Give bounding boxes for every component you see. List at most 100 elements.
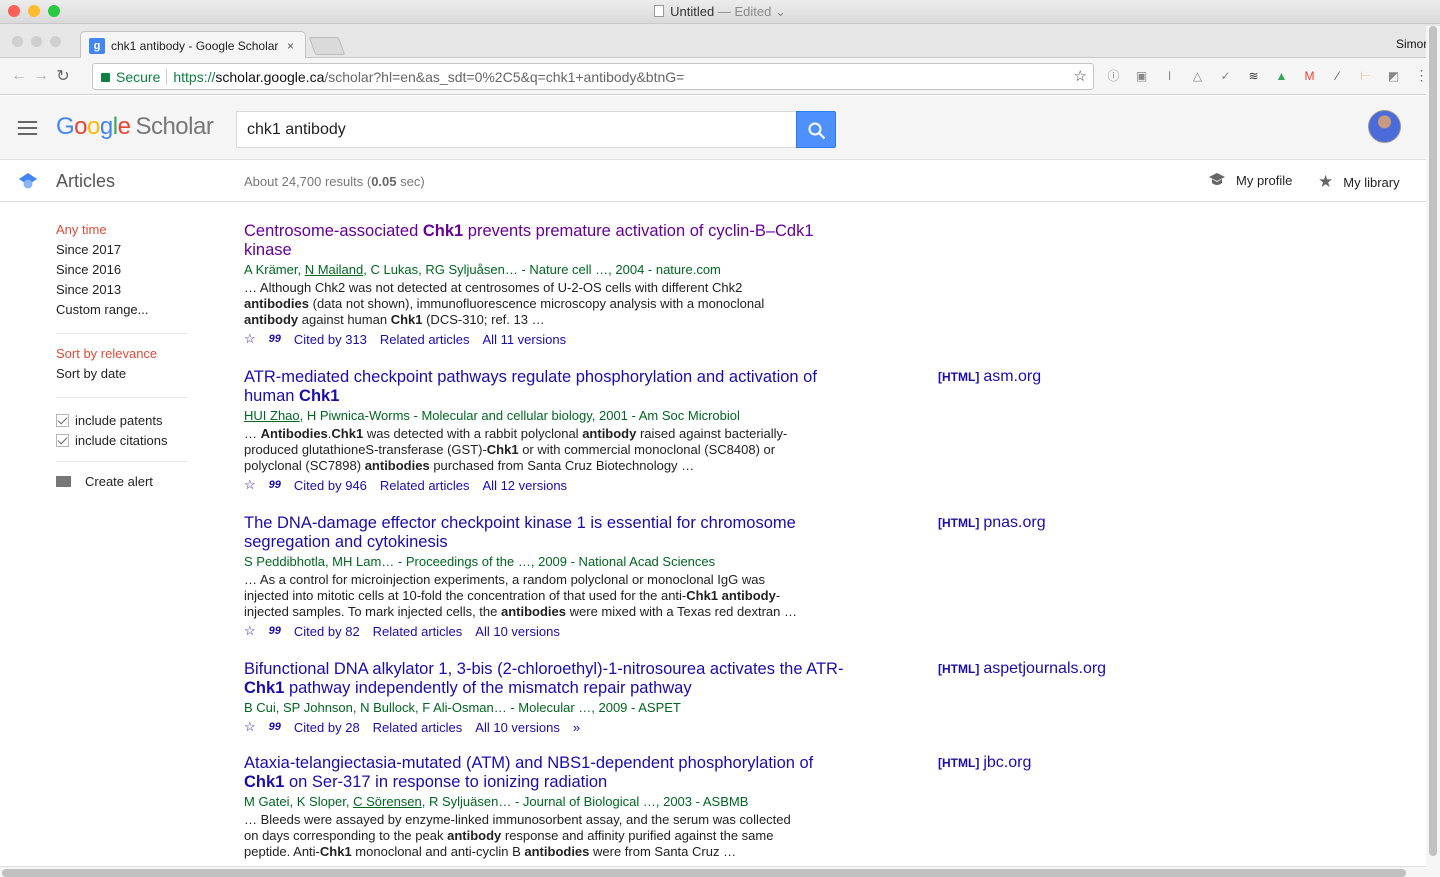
google-drive-icon[interactable]: ▲: [1272, 66, 1291, 85]
result-snippet: … As a control for microinjection experi…: [244, 572, 797, 619]
checkbox-checked-icon: [56, 413, 69, 427]
sort-sort-by-relevance[interactable]: Sort by relevance: [56, 346, 188, 366]
create-alert-link[interactable]: Create alert: [56, 474, 188, 489]
fulltext-domain: asm.org: [983, 368, 1042, 385]
result-item: Ataxia-telangiectasia-mutated (ATM) and …: [244, 754, 1031, 860]
url-scheme: https://: [173, 68, 216, 85]
all-versions-link[interactable]: All 12 versions: [483, 478, 568, 493]
sort-sort-by-date[interactable]: Sort by date: [56, 366, 188, 386]
secure-label[interactable]: Secure: [116, 68, 168, 85]
fulltext-link[interactable]: [HTML] pnas.org: [938, 514, 1046, 532]
horizontal-scrollbar[interactable]: [0, 866, 1426, 877]
back-arrow-icon[interactable]: ←: [8, 67, 30, 85]
vertical-scrollbar[interactable]: [1426, 26, 1440, 877]
result-title-link[interactable]: Ataxia-telangiectasia-mutated (ATM) and …: [244, 754, 844, 792]
title-menu[interactable]: — Edited ⌄: [718, 4, 786, 19]
more-actions-icon[interactable]: »: [573, 720, 580, 735]
filter-since-2016[interactable]: Since 2016: [56, 262, 188, 282]
related-articles-link[interactable]: Related articles: [380, 332, 470, 347]
avatar[interactable]: [1368, 110, 1401, 143]
forward-arrow-icon[interactable]: →: [30, 67, 52, 85]
fulltext-type-tag: [HTML]: [938, 370, 980, 384]
tab-google-scholar[interactable]: g chk1 antibody - Google Scholar ×: [80, 31, 306, 59]
extension-icon[interactable]: ◩: [1384, 66, 1403, 85]
tab-strip: g chk1 antibody - Google Scholar × Simon: [0, 24, 1440, 59]
related-articles-link[interactable]: Related articles: [373, 720, 463, 735]
fulltext-link[interactable]: [HTML] jbc.org: [938, 754, 1031, 772]
search-button[interactable]: [796, 111, 836, 148]
bookmark-star-icon[interactable]: ☆: [1074, 67, 1087, 85]
save-star-icon[interactable]: ☆: [244, 623, 256, 639]
cite-quote-icon[interactable]: 99: [269, 721, 281, 733]
result-title-link[interactable]: The DNA-damage effector checkpoint kinas…: [244, 514, 844, 552]
cited-by-link[interactable]: Cited by 313: [294, 332, 367, 347]
signpost-icon[interactable]: ⊢: [1356, 66, 1375, 85]
browser-profile-button[interactable]: Simon: [1396, 37, 1430, 51]
fulltext-link[interactable]: [HTML] aspetjournals.org: [938, 660, 1106, 678]
result-title-link[interactable]: Centrosome-associated Chk1 prevents prem…: [244, 222, 844, 260]
all-versions-link[interactable]: All 10 versions: [475, 720, 560, 735]
cite-quote-icon[interactable]: 99: [269, 625, 281, 637]
results-subbar: Articles About 24,700 results (0.05 sec)…: [0, 160, 1426, 202]
result-authors-source: B Cui, SP Johnson, N Bullock, F Ali-Osma…: [244, 700, 681, 715]
fulltext-type-tag: [HTML]: [938, 662, 980, 676]
include-patents-checkbox[interactable]: include patents: [56, 410, 188, 430]
eyedropper-icon[interactable]: ⁄: [1328, 66, 1347, 85]
cited-by-link[interactable]: Cited by 946: [294, 478, 367, 493]
browser-toolbar: ← → ↻ Secure https://scholar.google.ca/s…: [0, 58, 1440, 95]
articles-section-label: Articles: [56, 171, 116, 191]
result-actions: ☆ 99 Cited by 946 Related articles All 1…: [244, 477, 844, 493]
result-title-link[interactable]: ATR-mediated checkpoint pathways regulat…: [244, 368, 844, 406]
drive-gray-icon[interactable]: △: [1188, 66, 1207, 85]
filter-since-2017[interactable]: Since 2017: [56, 242, 188, 262]
google-scholar-logo[interactable]: Google Scholar: [56, 113, 214, 141]
result-item: Centrosome-associated Chk1 prevents prem…: [244, 222, 844, 347]
reload-icon[interactable]: ↻: [52, 66, 74, 86]
filter-any-time[interactable]: Any time: [56, 222, 188, 242]
result-title-link[interactable]: Bifunctional DNA alkylator 1, 3-bis (2-c…: [244, 660, 844, 698]
include-citations-checkbox[interactable]: include citations: [56, 430, 188, 450]
result-count: About 24,700 results (0.05 sec): [244, 174, 425, 189]
evernote-icon[interactable]: ▣: [1132, 66, 1151, 85]
cite-quote-icon[interactable]: 99: [269, 333, 281, 345]
tab-close-icon[interactable]: ×: [287, 39, 294, 53]
info-icon[interactable]: ⓘ: [1104, 66, 1123, 85]
save-star-icon[interactable]: ☆: [244, 477, 256, 493]
result-actions: ☆ 99 Cited by 313 Related articles All 1…: [244, 331, 844, 347]
checkbox-checked-icon: [56, 433, 69, 447]
cited-by-link[interactable]: Cited by 28: [294, 720, 360, 735]
all-versions-link[interactable]: All 10 versions: [475, 624, 560, 639]
all-versions-link[interactable]: All 11 versions: [483, 332, 567, 347]
result-item: Bifunctional DNA alkylator 1, 3-bis (2-c…: [244, 660, 1106, 735]
result-authors-source: S Peddibhotla, MH Lam… - Proceedings of …: [244, 554, 716, 569]
related-articles-link[interactable]: Related articles: [380, 478, 470, 493]
gmail-icon[interactable]: M: [1300, 66, 1319, 85]
filter-custom-range[interactable]: Custom range...: [56, 302, 188, 322]
search-input[interactable]: chk1 antibody: [236, 111, 797, 148]
url-path: /scholar?hl=en&as_sdt=0%2C5&q=chk1+antib…: [324, 68, 685, 85]
cite-quote-icon[interactable]: 99: [269, 479, 281, 491]
hamburger-menu-icon[interactable]: [18, 121, 37, 139]
fulltext-link[interactable]: [HTML] asm.org: [938, 368, 1041, 386]
address-bar[interactable]: Secure https://scholar.google.ca/scholar…: [92, 63, 1094, 90]
envelope-icon: [56, 476, 71, 487]
result-actions: ☆ 99 Cited by 28 Related articles All 10…: [244, 719, 844, 735]
save-star-icon[interactable]: ☆: [244, 719, 256, 735]
fulltext-type-tag: [HTML]: [938, 756, 980, 770]
related-articles-link[interactable]: Related articles: [373, 624, 463, 639]
result-item: The DNA-damage effector checkpoint kinas…: [244, 514, 1046, 639]
save-star-icon[interactable]: ☆: [244, 331, 256, 347]
window-title: Untitled — Edited ⌄: [0, 4, 1440, 20]
my-library-link[interactable]: ★ My library: [1318, 172, 1400, 192]
url-host: scholar.google.ca: [215, 68, 325, 85]
cited-by-link[interactable]: Cited by 82: [294, 624, 360, 639]
search-icon: [808, 122, 826, 140]
checkmark-icon[interactable]: ✓: [1216, 66, 1235, 85]
buffer-icon[interactable]: ≋: [1244, 66, 1263, 85]
my-profile-link[interactable]: My profile: [1208, 172, 1292, 188]
star-icon: ★: [1318, 172, 1334, 191]
instapaper-icon[interactable]: I: [1160, 66, 1179, 85]
new-tab-button[interactable]: [308, 37, 346, 55]
filter-since-2013[interactable]: Since 2013: [56, 282, 188, 302]
result-authors-source: M Gatei, K Sloper, C Sörensen, R Syljuäs…: [244, 794, 749, 809]
